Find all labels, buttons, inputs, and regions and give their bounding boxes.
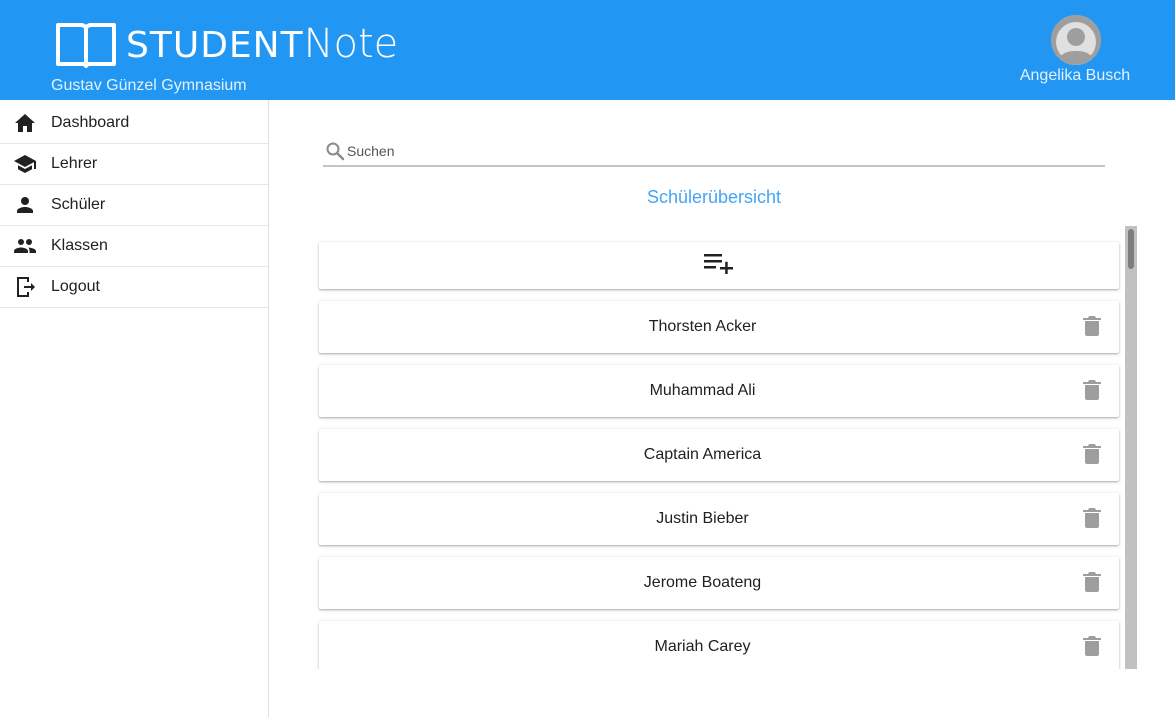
trash-icon[interactable] [1083,508,1101,528]
search-icon [325,141,345,161]
user-avatar[interactable] [1051,15,1101,65]
sidebar-item-label: Klassen [51,237,108,254]
scrollbar-thumb[interactable] [1128,229,1134,269]
people-icon [13,234,37,258]
home-icon [13,111,37,135]
student-name: Mariah Carey [654,638,751,655]
search-input[interactable] [347,142,1087,159]
trash-icon[interactable] [1083,316,1101,336]
student-name: Justin Bieber [656,510,749,527]
trash-icon[interactable] [1083,572,1101,592]
add-student-button[interactable] [319,242,1119,289]
sidebar-item-lehrer[interactable]: Lehrer [0,144,268,185]
list-item[interactable]: Thorsten Acker [319,301,1119,353]
sidebar-item-schueler[interactable]: Schüler [0,185,268,226]
sidebar-item-label: Schüler [51,196,106,213]
page-title: Schülerübersicht [646,187,782,207]
brand-part1: STUDENT [126,25,304,66]
user-name[interactable]: Angelika Busch [990,67,1160,85]
sidebar-item-logout[interactable]: Logout [0,267,268,308]
person-icon [13,193,37,217]
list-item[interactable]: Justin Bieber [319,493,1119,545]
sidebar-item-label: Logout [51,278,100,295]
playlist-add-icon [704,252,734,279]
list-scrollbar[interactable] [1125,226,1137,669]
student-name: Captain America [643,446,762,463]
list-item[interactable]: Captain America [319,429,1119,481]
trash-icon[interactable] [1083,636,1101,656]
sidebar-item-klassen[interactable]: Klassen [0,226,268,267]
brand-wordmark: STUDENTNote [126,18,398,78]
student-list: Thorsten Acker Muhammad Ali Captain Amer… [313,226,1125,669]
list-item[interactable]: Muhammad Ali [319,365,1119,417]
trash-icon[interactable] [1083,380,1101,400]
list-item[interactable]: Mariah Carey [319,621,1119,669]
app-header: STUDENTNote Gustav Günzel Gymnasium Ange… [0,0,1175,100]
sidebar-item-label: Lehrer [51,155,98,172]
brand-part2: Note [303,21,399,67]
school-icon [13,152,37,176]
school-name: Gustav Günzel Gymnasium [51,77,247,94]
student-name: Muhammad Ali [649,382,756,399]
book-logo-icon [55,18,117,70]
sidebar-item-label: Dashboard [51,114,130,131]
trash-icon[interactable] [1083,444,1101,464]
search-bar [323,136,1105,167]
logout-icon [13,275,37,299]
student-name: Jerome Boateng [643,574,762,591]
sidebar: Dashboard Lehrer Schüler Klassen Logout [0,100,269,717]
list-item[interactable]: Jerome Boateng [319,557,1119,609]
student-name: Thorsten Acker [648,318,757,335]
sidebar-item-dashboard[interactable]: Dashboard [0,100,268,144]
